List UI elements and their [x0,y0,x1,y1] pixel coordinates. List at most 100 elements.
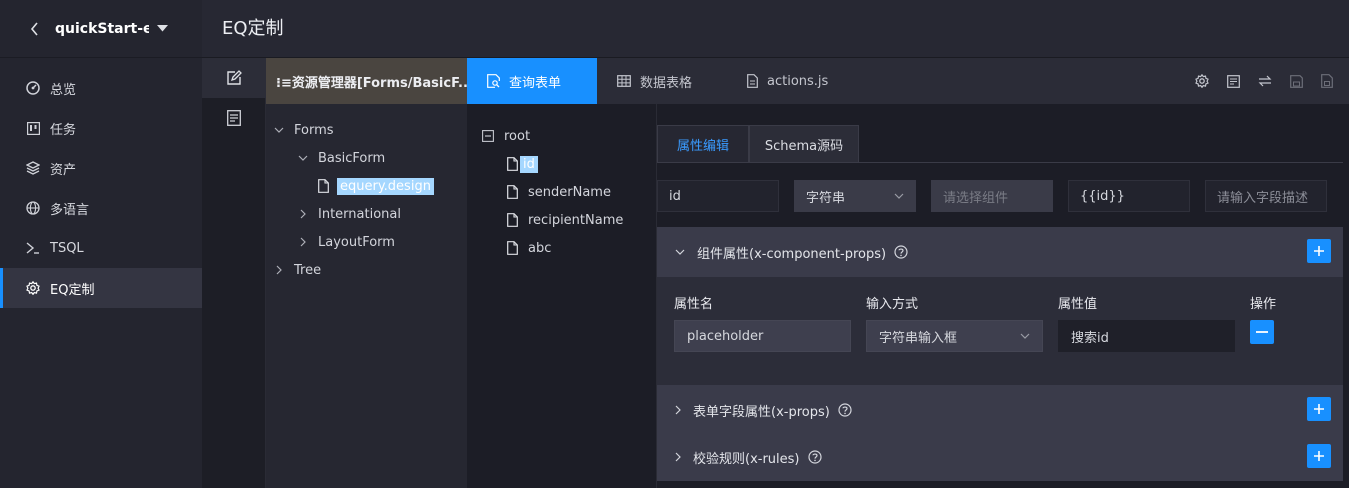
schema-field-sendername[interactable]: senderName [507,179,611,205]
caret-down-icon[interactable] [157,25,168,32]
tab-actions-js[interactable]: actions.js [727,58,848,104]
tree-node-tree[interactable]: Tree [272,256,321,284]
tree-node-label: Forms [294,122,334,138]
tab-schema-source[interactable]: Schema源码 [749,125,859,163]
tool-strip [202,58,266,488]
column-header: 输入方式 [866,297,919,312]
tree-node-basicform[interactable]: BasicForm [296,144,385,172]
description-placeholder: 请输入字段描述 [1217,190,1309,206]
file-icon [318,179,329,193]
tree-node-label: LayoutForm [318,234,395,250]
chevron-right-icon [675,405,681,415]
schema-tree: root id senderName recipientName abc [467,104,657,488]
swap-icon[interactable] [1258,75,1272,87]
chevron-right-icon[interactable] [272,265,286,275]
tree-node-equery-design[interactable]: equery.design [318,172,434,200]
schema-root[interactable]: root [482,123,530,149]
tree-node-label: equery.design [337,177,434,195]
resource-explorer: ⁝≡资源管理器[Forms/BasicF... Forms BasicForm … [266,58,467,488]
default-value-input[interactable]: {{id}} [1068,180,1190,212]
tree-node-forms[interactable]: Forms [272,116,334,144]
top-bar: EQ定制 [202,0,1349,58]
tab-query-form[interactable]: 查询表单 [467,58,597,104]
project-switcher[interactable]: quickStart-e... [0,0,202,58]
x-props-header[interactable]: 表单字段属性(x-props) [657,385,1343,435]
nav-item-tasks[interactable]: 任务 [0,108,202,148]
nav-label: 任务 [50,122,77,138]
schema-field-abc[interactable]: abc [507,235,551,261]
settings-icon[interactable] [1195,74,1209,88]
tab-data-table[interactable]: 数据表格 [597,58,712,104]
chevron-down-icon [675,249,685,255]
board-icon [26,121,40,135]
panel-title: 表单字段属性(x-props) [693,404,830,420]
explorer-title: ⁝≡资源管理器[Forms/BasicF... [266,58,467,104]
search-doc-icon [487,74,500,88]
column-header: 操作 [1250,297,1277,312]
save-as-icon[interactable] [1321,74,1333,88]
prop-name-input[interactable]: placeholder [674,320,851,352]
column-header: 属性值 [1058,297,1098,312]
schema-field-id[interactable]: id [507,151,538,177]
tree-node-international[interactable]: International [296,200,401,228]
divider [657,162,1343,163]
type-select[interactable]: 字符串 [794,180,916,212]
add-component-prop-button[interactable] [1307,239,1331,263]
add-x-prop-button[interactable] [1307,397,1331,421]
file-icon [507,241,518,255]
chevron-down-icon [894,193,904,199]
collapse-icon[interactable] [482,130,494,142]
add-x-rule-button[interactable] [1307,444,1331,468]
layers-icon [26,161,40,175]
nav-item-i18n[interactable]: 多语言 [0,188,202,228]
edit-icon [226,70,242,86]
nav-label: 总览 [50,82,77,98]
save-icon[interactable] [1290,74,1303,88]
schema-field-recipientname[interactable]: recipientName [507,207,623,233]
prop-value-input[interactable]: 搜索id [1058,320,1235,352]
nav-label: 资产 [50,162,77,178]
tree-node-label: International [318,206,401,222]
component-select[interactable]: 请选择组件 [931,180,1053,212]
project-name: quickStart-e... [55,20,149,37]
schema-field-label: id [520,155,538,173]
help-icon[interactable] [838,403,852,417]
chevron-right-icon [26,241,40,255]
file-icon [507,185,518,199]
component-props-body: 属性名 输入方式 属性值 操作 placeholder 字符串输入框 搜索id [657,277,1343,385]
schema-field-label: recipientName [528,212,624,228]
type-value: 字符串 [806,190,846,206]
panel-title: 校验规则(x-rules) [693,451,800,467]
description-input[interactable]: 请输入字段描述 [1205,180,1327,212]
file-icon [507,213,518,227]
chevron-right-icon[interactable] [296,209,310,219]
globe-icon [26,201,40,215]
chevron-down-icon[interactable] [296,155,310,161]
back-icon[interactable] [30,21,39,36]
x-rules-header[interactable]: 校验规则(x-rules) [657,432,1343,482]
default-value: {{id}} [1080,188,1125,204]
tab-property-edit[interactable]: 属性编辑 [657,125,749,163]
tab-toolbar [1195,58,1333,104]
tree-node-layoutform[interactable]: LayoutForm [296,228,395,256]
chevron-down-icon[interactable] [272,127,286,133]
edit-tool-button[interactable] [202,58,266,98]
chevron-right-icon[interactable] [296,237,310,247]
help-icon[interactable] [894,245,908,259]
document-icon[interactable] [1227,74,1240,88]
input-method-select[interactable]: 字符串输入框 [866,320,1043,352]
prop-name-value: placeholder [687,328,764,344]
nav-item-assets[interactable]: 资产 [0,148,202,188]
help-icon[interactable] [807,450,822,464]
nav-item-eq-custom[interactable]: EQ定制 [0,268,202,308]
remove-prop-button[interactable] [1250,320,1274,344]
nav-item-overview[interactable]: 总览 [0,68,202,108]
x-props-panel: 表单字段属性(x-props) [657,385,1343,435]
field-name-input[interactable]: id [657,180,779,212]
nav-item-tsql[interactable]: TSQL [0,228,202,268]
list-tool-button[interactable] [202,98,266,138]
tab-label: 查询表单 [509,75,562,91]
component-props-header[interactable]: 组件属性(x-component-props) [657,227,1343,277]
schema-field-label: abc [528,240,552,256]
tree-node-label: BasicForm [318,150,386,166]
